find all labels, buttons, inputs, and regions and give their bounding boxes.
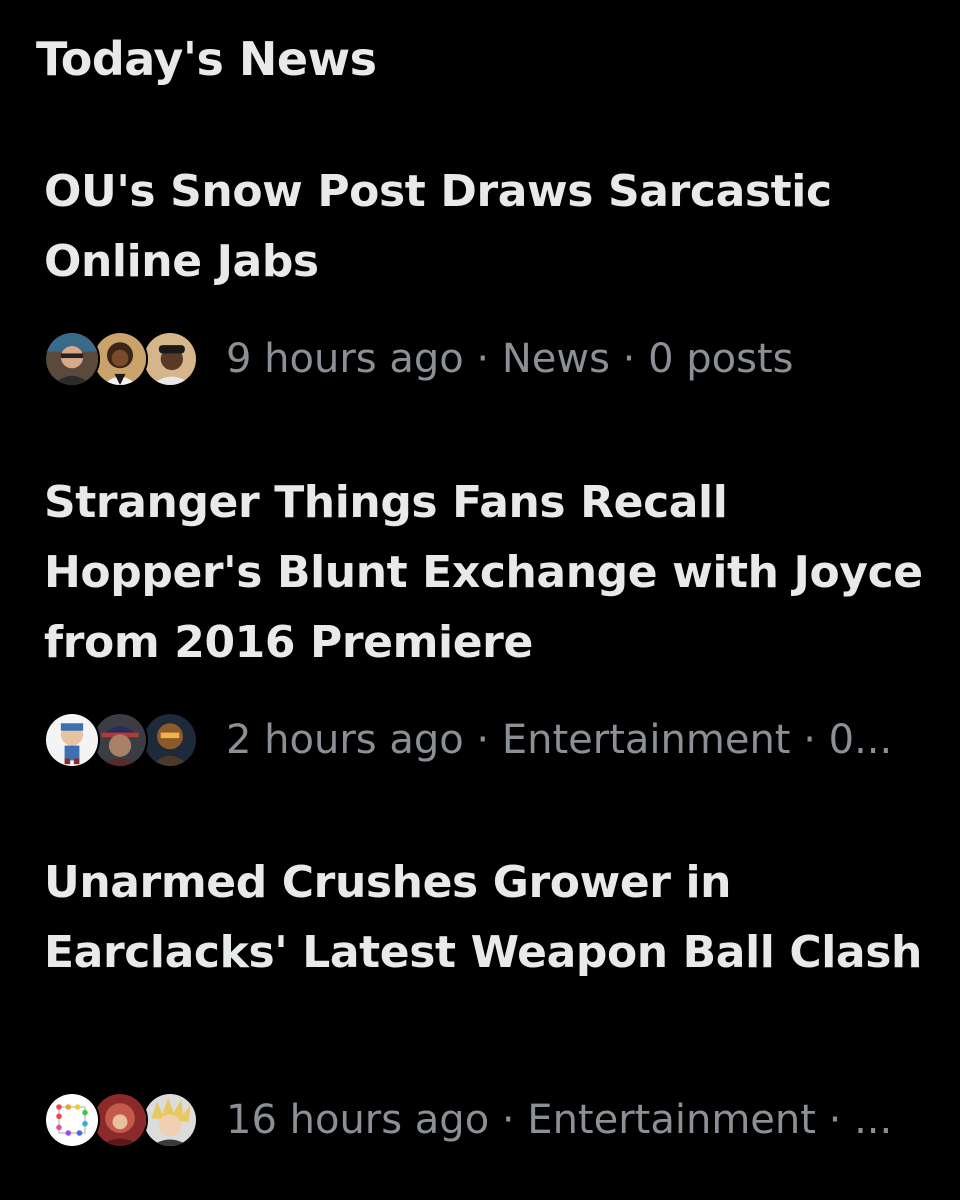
avatar	[92, 1092, 148, 1148]
news-meta-row: 2 hours ago · Entertainment · 0...	[44, 710, 934, 770]
news-item[interactable]: Stranger Things Fans Recall Hopper's Blu…	[0, 468, 960, 778]
news-headline[interactable]: OU's Snow Post Draws Sarcastic Online Ja…	[44, 157, 924, 297]
news-meta: 16 hours ago · Entertainment · ...	[226, 1097, 893, 1143]
avatar	[44, 712, 100, 768]
news-headline[interactable]: Stranger Things Fans Recall Hopper's Blu…	[44, 468, 924, 678]
avatar	[44, 1092, 100, 1148]
avatar	[142, 1092, 198, 1148]
news-item[interactable]: OU's Snow Post Draws Sarcastic Online Ja…	[0, 157, 960, 397]
news-meta: 9 hours ago · News · 0 posts	[226, 336, 794, 382]
news-item[interactable]: Unarmed Crushes Grower in Earclacks' Lat…	[0, 848, 960, 1158]
avatar-stack	[44, 710, 204, 770]
news-meta-row: 9 hours ago · News · 0 posts	[44, 329, 934, 389]
avatar-stack	[44, 1090, 204, 1150]
news-meta: 2 hours ago · Entertainment · 0...	[226, 717, 893, 763]
page-title: Today's News	[36, 32, 377, 86]
avatar	[44, 331, 100, 387]
avatar	[92, 712, 148, 768]
avatar	[142, 331, 198, 387]
avatar	[142, 712, 198, 768]
news-meta-row: 16 hours ago · Entertainment · ...	[44, 1090, 934, 1150]
avatar	[92, 331, 148, 387]
news-headline[interactable]: Unarmed Crushes Grower in Earclacks' Lat…	[44, 848, 924, 988]
avatar-stack	[44, 329, 204, 389]
